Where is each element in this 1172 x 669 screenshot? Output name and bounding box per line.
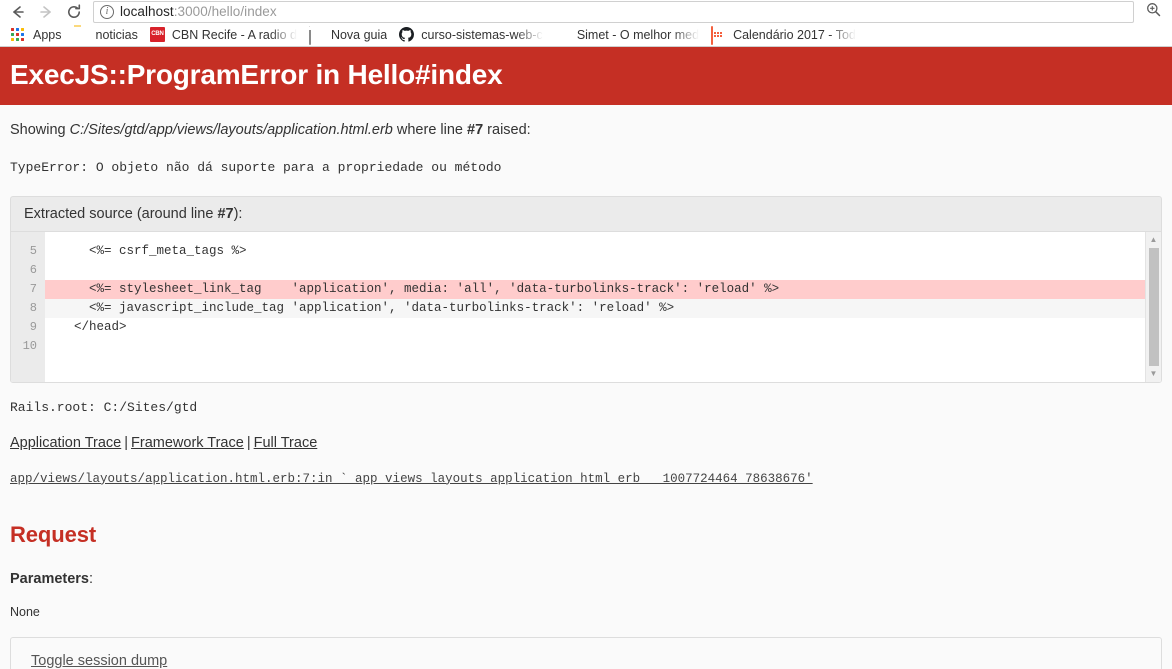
bookmark-label: noticias <box>95 27 138 42</box>
extracted-source-box: Extracted source (around line #7): 5 6 7… <box>10 195 1162 383</box>
scrollbar-thumb[interactable] <box>1148 247 1159 366</box>
bookmarks-bar: Apps noticias CBN CBN Recife - A radio d… <box>0 23 1172 46</box>
showing-file-path: C:/Sites/gtd/app/views/layouts/applicati… <box>69 122 393 139</box>
zoom-button[interactable] <box>1138 1 1168 23</box>
bookmark-cbn-recife[interactable]: CBN CBN Recife - A radio d <box>144 25 303 45</box>
forward-button[interactable] <box>32 1 60 23</box>
parameters-label: Parameters: <box>10 571 1162 587</box>
source-title-suffix: ): <box>233 205 243 222</box>
full-trace-link[interactable]: Full Trace <box>254 435 318 451</box>
folder-icon <box>74 27 90 43</box>
framework-trace-link[interactable]: Framework Trace <box>131 435 244 451</box>
url-host: localhost <box>120 4 174 19</box>
code-scrollbar[interactable]: ▲ ▼ <box>1145 231 1162 382</box>
bookmark-nova-guia[interactable]: Nova guia <box>303 25 393 45</box>
toggle-session-dump-link[interactable]: Toggle session dump <box>31 653 167 669</box>
showing-line: Showing C:/Sites/gtd/app/views/layouts/a… <box>10 120 1162 140</box>
reload-button[interactable] <box>60 1 88 23</box>
back-button[interactable] <box>4 1 32 23</box>
bookmark-curso-sistemas-web[interactable]: curso-sistemas-web-c <box>393 25 549 45</box>
code-lines: <%= csrf_meta_tags %> <%= stylesheet_lin… <box>45 231 1161 382</box>
info-circle-icon[interactable]: i <box>100 4 114 19</box>
bookmark-apps[interactable]: Apps <box>5 25 68 45</box>
github-icon <box>399 26 415 43</box>
error-message: TypeError: O objeto não dá suporte para … <box>10 160 502 176</box>
bookmark-calendario-2017[interactable]: Calendário 2017 - Tod <box>705 25 862 45</box>
parameters-value: None <box>10 604 40 619</box>
scroll-down-arrow-icon[interactable]: ▼ <box>1146 366 1162 382</box>
page-content: Showing C:/Sites/gtd/app/views/layouts/a… <box>0 120 1172 669</box>
bookmark-simet[interactable]: Simet - O melhor med <box>549 25 705 45</box>
showing-mid: where line <box>392 122 468 139</box>
bookmark-label: Simet - O melhor med <box>576 27 700 42</box>
parameters-label-text: Parameters <box>10 570 89 587</box>
line-number: 10 <box>22 338 37 353</box>
bookmark-noticias[interactable]: noticias <box>68 25 144 45</box>
bookmark-label: CBN Recife - A radio d <box>171 27 297 42</box>
trace-separator: | <box>124 434 129 451</box>
address-bar[interactable]: i localhost:3000/hello/index <box>93 0 1134 23</box>
code-line: <%= csrf_meta_tags %> <box>74 243 247 258</box>
showing-line-number: #7 <box>467 122 484 139</box>
error-banner: ExecJS::ProgramError in Hello#index <box>0 47 1172 106</box>
browser-chrome: i localhost:3000/hello/index Apps notici… <box>0 0 1172 47</box>
session-dump-box: Toggle session dump <box>10 636 1162 669</box>
code-line: <%= javascript_include_tag 'application'… <box>45 298 1161 318</box>
bookmark-label: Calendário 2017 - Tod <box>733 27 856 42</box>
line-number: 9 <box>29 319 37 334</box>
reload-icon <box>65 3 83 21</box>
error-page: ExecJS::ProgramError in Hello#index Show… <box>0 47 1172 669</box>
source-title-prefix: Extracted source (around line <box>24 205 218 222</box>
calendar-icon <box>711 25 727 45</box>
page-title: ExecJS::ProgramError in Hello#index <box>10 59 503 90</box>
code-line: </head> <box>74 319 127 334</box>
code-line-error: <%= stylesheet_link_tag 'application', m… <box>45 279 1161 299</box>
request-heading: Request <box>10 521 97 547</box>
application-trace-link[interactable]: Application Trace <box>10 435 121 451</box>
showing-prefix: Showing <box>10 122 70 139</box>
trace-separator: | <box>246 434 251 451</box>
address-bar-url: localhost:3000/hello/index <box>120 4 277 19</box>
bookmark-label: Nova guia <box>330 27 388 42</box>
code-viewport: 5 6 7 8 9 10 <%= csrf_meta_tags %> <%= s… <box>11 230 1162 382</box>
zoom-magnifier-icon <box>1145 1 1162 23</box>
trace-links: Application Trace | Framework Trace | Full T… <box>10 435 1162 451</box>
line-number: 8 <box>29 300 37 315</box>
line-number-gutter: 5 6 7 8 9 10 <box>11 231 45 382</box>
bookmark-label: curso-sistemas-web-c <box>421 27 543 42</box>
browser-toolbar: i localhost:3000/hello/index <box>0 0 1172 23</box>
parameters-colon: : <box>89 570 94 587</box>
simet-icon <box>555 27 571 43</box>
trace-detail: app/views/layouts/application.html.erb:7… <box>10 472 1162 486</box>
source-title-line-number: #7 <box>217 205 234 222</box>
trace-detail-link[interactable]: app/views/layouts/application.html.erb:7… <box>10 472 813 486</box>
extracted-source-title: Extracted source (around line #7): <box>11 197 1161 231</box>
page-doc-icon <box>308 25 325 45</box>
line-number: 5 <box>29 243 37 258</box>
line-number: 6 <box>29 262 37 277</box>
scroll-up-arrow-icon[interactable]: ▲ <box>1146 232 1162 248</box>
bookmark-label: Apps <box>33 27 62 42</box>
rails-root: Rails.root: C:/Sites/gtd <box>10 399 198 415</box>
forward-arrow-icon <box>37 3 55 21</box>
showing-suffix: raised: <box>483 122 531 139</box>
apps-grid-icon <box>11 27 27 43</box>
line-number: 7 <box>29 281 37 296</box>
back-arrow-icon <box>9 3 27 21</box>
cbn-icon: CBN <box>149 26 166 43</box>
url-path: :3000/hello/index <box>173 4 277 19</box>
